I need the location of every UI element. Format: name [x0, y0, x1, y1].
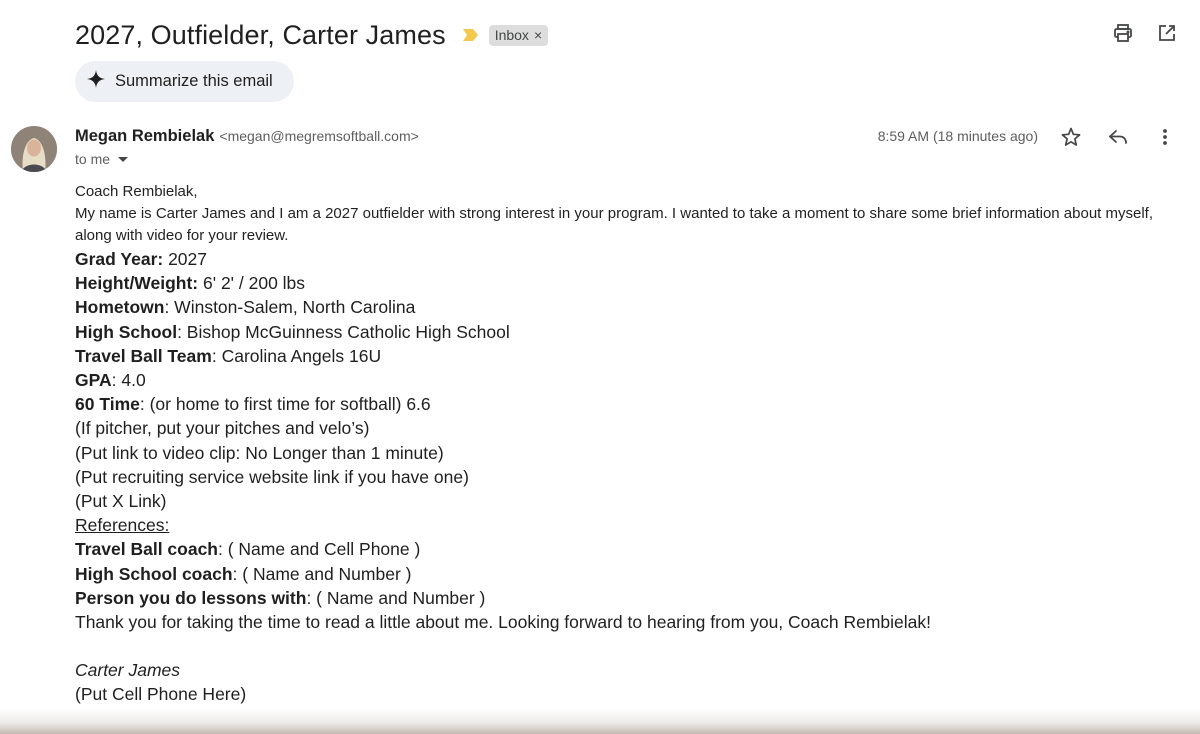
grad-year-line: Grad Year: 2027 — [75, 247, 1175, 271]
field-value: : ( Name and Number ) — [232, 563, 412, 584]
recruiting-line: (Put recruiting service website link if … — [75, 466, 469, 487]
field-label: High School — [75, 321, 178, 342]
field-value: 6' 2' / 200 lbs — [198, 273, 306, 294]
field-label: Height/Weight: — [75, 273, 199, 294]
summarize-label: Summarize this email — [115, 72, 273, 90]
field-label: Person you do lessons with — [75, 587, 307, 608]
field-label: Hometown — [75, 297, 165, 318]
message-body: Coach Rembielak, My name is Carter James… — [75, 181, 1175, 707]
field-label: High School coach — [75, 563, 233, 584]
field-value: : Winston-Salem, North Carolina — [164, 297, 416, 318]
field-label: GPA — [75, 370, 112, 391]
sender-email: <megan@megremsoftball.com> — [219, 128, 419, 144]
field-value: : 4.0 — [111, 370, 146, 391]
star-icon[interactable] — [1060, 126, 1082, 148]
signature-phone: (Put Cell Phone Here) — [75, 684, 247, 705]
x-link-line: (Put X Link) — [75, 491, 167, 512]
lessons-line: Person you do lessons with: ( Name and N… — [75, 586, 1175, 610]
video-line: (Put link to video clip: No Longer than … — [75, 442, 444, 463]
sender-name[interactable]: Megan Rembielak — [75, 127, 214, 146]
field-label: 60 Time — [75, 394, 140, 415]
chevron-down-icon[interactable] — [118, 156, 129, 162]
bottom-background-strip — [0, 708, 1200, 734]
signature-name: Carter James — [75, 660, 181, 681]
field-value: : (or home to first time for softball) 6… — [139, 394, 431, 415]
more-vertical-icon[interactable] — [1154, 126, 1176, 148]
high-school-line: High School: Bishop McGuinness Catholic … — [75, 320, 1175, 344]
references-heading: References: — [75, 515, 170, 536]
sixty-time-line: 60 Time: (or home to first time for soft… — [75, 392, 1175, 416]
summarize-email-button[interactable]: Summarize this email — [75, 61, 294, 102]
hs-coach-line: High School coach: ( Name and Number ) — [75, 562, 1175, 586]
closing-line: Thank you for taking the time to read a … — [75, 612, 932, 633]
subject-row: 2027, Outfielder, Carter James Inbox × — [75, 16, 549, 54]
field-label: Travel Ball coach — [75, 539, 218, 560]
importance-marker-icon[interactable] — [462, 28, 479, 42]
field-value: : Bishop McGuinness Catholic High School — [177, 321, 510, 342]
thread-actions — [1112, 22, 1178, 44]
reply-icon[interactable] — [1107, 126, 1129, 148]
message-timestamp: 8:59 AM (18 minutes ago) — [877, 128, 1038, 144]
hometown-line: Hometown: Winston-Salem, North Carolina — [75, 295, 1175, 319]
height-weight-line: Height/Weight: 6' 2' / 200 lbs — [75, 271, 1175, 295]
field-value: 2027 — [163, 249, 207, 269]
field-label: Grad Year: — [75, 249, 164, 269]
sender-line: Megan Rembielak <megan@megremsoftball.co… — [75, 127, 419, 146]
sender-avatar[interactable] — [11, 126, 57, 172]
gpa-line: GPA: 4.0 — [75, 368, 1175, 392]
recipient-label: to me — [75, 151, 111, 167]
print-icon[interactable] — [1112, 22, 1134, 44]
sparkle-icon — [87, 70, 105, 93]
inbox-label-text: Inbox — [494, 26, 529, 43]
travel-team-line: Travel Ball Team: Carolina Angels 16U — [75, 344, 1175, 368]
open-in-new-window-icon[interactable] — [1156, 22, 1178, 44]
remove-label-icon[interactable]: × — [534, 27, 542, 43]
inbox-label-chip[interactable]: Inbox × — [488, 24, 549, 46]
pitcher-line: (If pitcher, put your pitches and velo’s… — [75, 418, 370, 439]
field-value: : ( Name and Cell Phone ) — [218, 539, 421, 560]
intro-paragraph: My name is Carter James and I am a 2027 … — [75, 205, 1154, 244]
greeting: Coach Rembielak, — [75, 183, 198, 200]
message-actions — [1060, 126, 1176, 148]
travel-coach-line: Travel Ball coach: ( Name and Cell Phone… — [75, 537, 1175, 561]
recipient-details-toggle[interactable]: to me — [75, 151, 129, 167]
field-value: : ( Name and Number ) — [306, 587, 486, 608]
field-value: : Carolina Angels 16U — [211, 345, 382, 366]
field-label: Travel Ball Team — [75, 345, 212, 366]
email-subject: 2027, Outfielder, Carter James — [75, 19, 446, 50]
